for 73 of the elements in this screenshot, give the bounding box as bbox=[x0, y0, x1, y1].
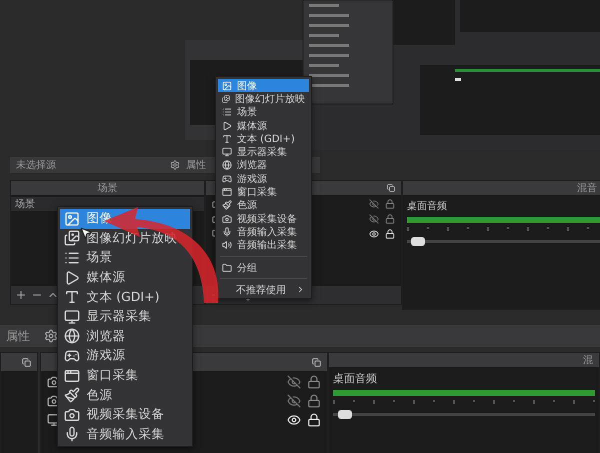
eye-off-icon[interactable] bbox=[369, 198, 379, 208]
panel-title: 场景 bbox=[98, 182, 118, 195]
pictures-icon bbox=[64, 230, 80, 246]
menu-item[interactable]: 色源 bbox=[60, 385, 190, 405]
gear-icon[interactable] bbox=[44, 329, 58, 343]
menu-item[interactable]: 显示器采集 bbox=[60, 306, 190, 327]
menu-item[interactable]: 色源 bbox=[218, 198, 309, 212]
brush-icon bbox=[64, 387, 80, 404]
gamepad-icon bbox=[64, 348, 80, 364]
menu-item[interactable]: 视频采集设备 bbox=[218, 212, 309, 226]
properties-label[interactable]: 属性 bbox=[6, 328, 30, 344]
eye-off-icon[interactable] bbox=[287, 374, 301, 388]
menu-item[interactable]: 图像幻灯片放映 bbox=[218, 92, 309, 106]
gamepad-icon bbox=[222, 174, 232, 184]
eye-icon[interactable] bbox=[287, 412, 301, 426]
status-text: 未选择源 bbox=[16, 158, 56, 172]
menu-item[interactable]: 不推荐使用 bbox=[218, 283, 309, 296]
menu-item[interactable]: 分组 bbox=[218, 260, 309, 274]
menu-item[interactable]: 音频输入采集 bbox=[60, 424, 190, 444]
menu-item[interactable]: 视频采集设备 bbox=[60, 404, 190, 425]
menu-item[interactable]: 显示器采集 bbox=[218, 145, 309, 159]
window-icon bbox=[64, 368, 80, 384]
folder-icon bbox=[222, 262, 232, 272]
menu-item[interactable]: 音频输入采集 bbox=[218, 225, 309, 239]
menu-item[interactable]: 媒体源 bbox=[60, 268, 190, 288]
menu-item[interactable]: 窗口采集 bbox=[218, 185, 309, 199]
picture-icon bbox=[64, 210, 80, 227]
microphone-icon bbox=[222, 226, 232, 237]
menu-item[interactable]: 图像 bbox=[218, 79, 309, 92]
globe-icon bbox=[64, 328, 80, 344]
microphone-icon bbox=[64, 426, 80, 442]
panel-title: 混音 bbox=[577, 182, 597, 195]
eye-off-icon[interactable] bbox=[369, 214, 379, 224]
pictures-icon bbox=[222, 94, 230, 104]
float-icon[interactable] bbox=[387, 184, 395, 192]
chevron-right-icon bbox=[296, 285, 305, 294]
menu-item[interactable]: 音频输出采集 bbox=[218, 238, 309, 252]
track-label: 桌面音频 bbox=[406, 200, 448, 213]
lock-icon[interactable] bbox=[307, 412, 321, 426]
menu-item[interactable]: 媒体源 bbox=[218, 118, 309, 132]
lock-icon[interactable] bbox=[385, 228, 395, 238]
list-icon bbox=[64, 250, 80, 266]
menu-item[interactable]: 文本 (GDI+) bbox=[218, 132, 309, 146]
menu-item[interactable]: 场景 bbox=[218, 106, 309, 119]
gear-icon[interactable] bbox=[170, 160, 180, 170]
menu-item[interactable]: 游戏源 bbox=[218, 172, 309, 186]
brush-icon bbox=[222, 200, 232, 210]
menu-item[interactable]: 文本 (GDI+) bbox=[60, 287, 190, 307]
menu-item[interactable]: 场景 bbox=[60, 248, 190, 268]
play-icon bbox=[222, 120, 232, 131]
eye-icon[interactable] bbox=[369, 228, 379, 238]
text-icon bbox=[64, 289, 80, 306]
globe-icon bbox=[222, 160, 232, 170]
window-icon bbox=[222, 187, 232, 198]
plus-icon[interactable] bbox=[15, 289, 27, 301]
play-icon bbox=[64, 270, 80, 286]
volume-slider[interactable] bbox=[333, 413, 595, 416]
list-icon bbox=[222, 107, 232, 118]
volume-slider[interactable] bbox=[407, 240, 600, 243]
panel-title: 混 bbox=[583, 354, 593, 367]
speaker-icon bbox=[222, 240, 232, 250]
menu-item[interactable]: 游戏源 bbox=[60, 346, 190, 366]
track-label: 桌面音频 bbox=[332, 371, 378, 386]
slider-thumb bbox=[455, 78, 461, 81]
properties-label[interactable]: 属性 bbox=[186, 158, 206, 172]
menu-item[interactable]: 窗口采集 bbox=[60, 366, 190, 386]
float-icon[interactable] bbox=[312, 358, 321, 366]
picture-icon bbox=[222, 80, 232, 91]
menu-item[interactable]: 浏览器 bbox=[60, 326, 190, 346]
menu-item[interactable]: 浏览器 bbox=[218, 158, 309, 172]
float-icon[interactable] bbox=[22, 358, 31, 366]
text-icon bbox=[222, 134, 232, 144]
eye-off-icon[interactable] bbox=[287, 394, 301, 408]
